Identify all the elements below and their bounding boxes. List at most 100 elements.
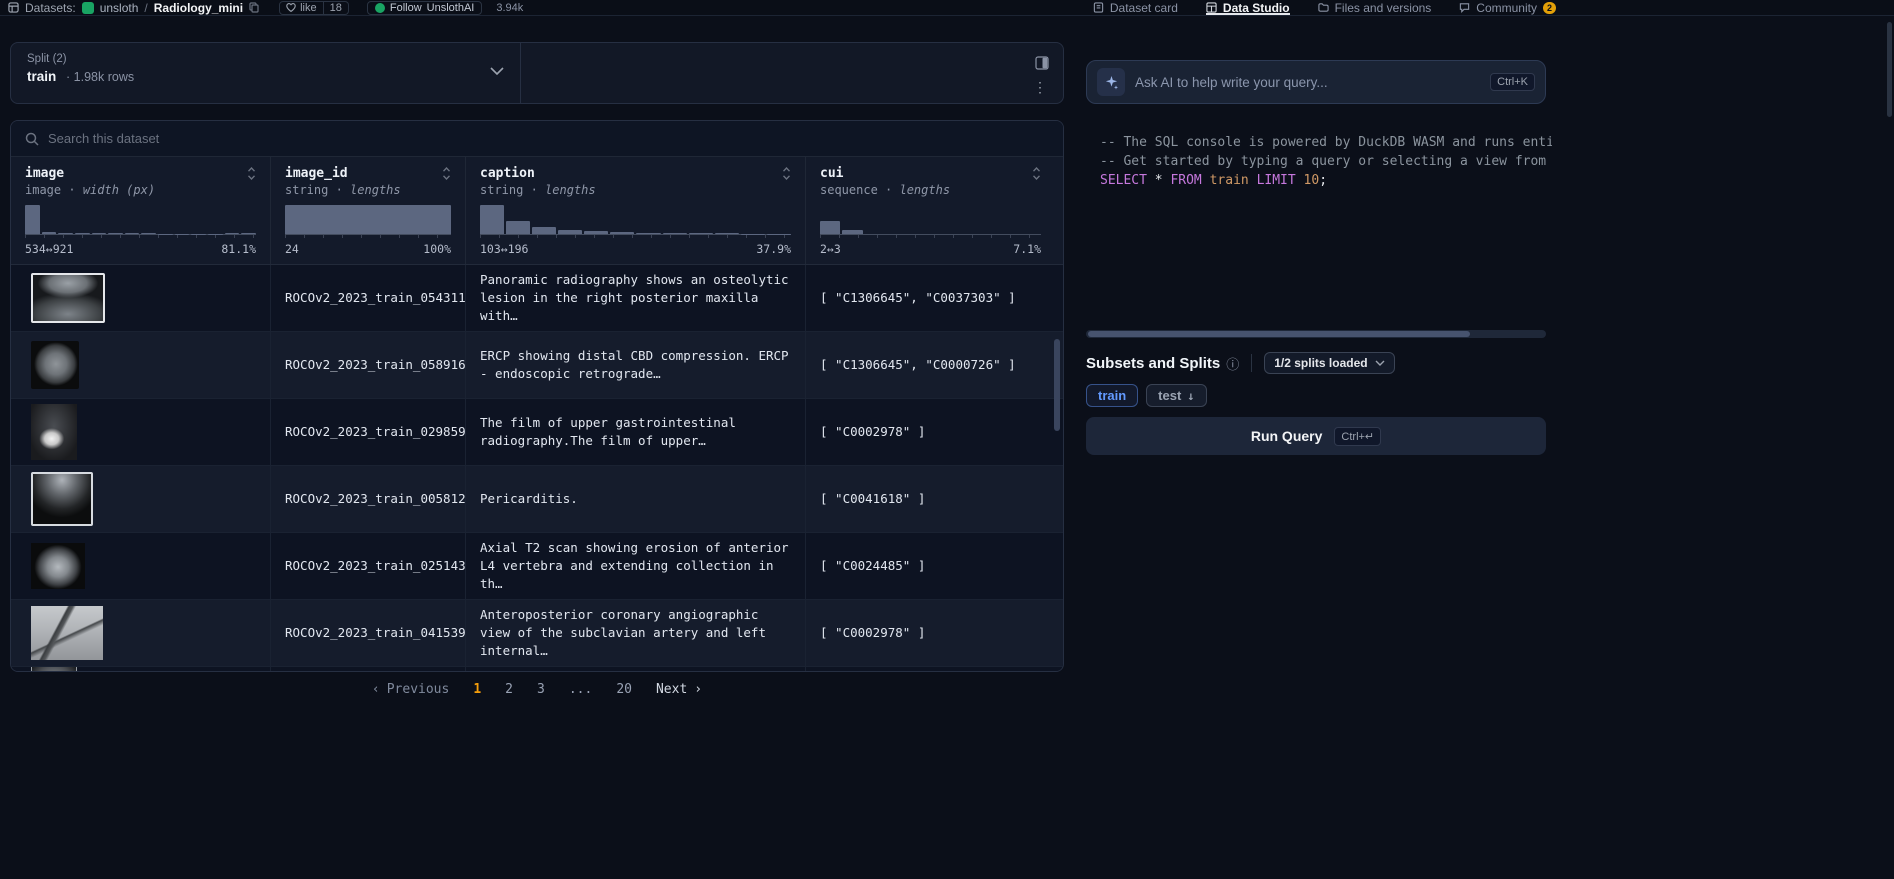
- ask-ai-query-box[interactable]: Ask AI to help write your query... Ctrl+…: [1086, 60, 1546, 104]
- column-header-caption[interactable]: caption string · lengths 103↔19637.9%: [466, 157, 806, 264]
- data-table-container: image image · width (px) 534↔92181.1% im…: [10, 120, 1064, 672]
- splits-loaded-dropdown[interactable]: 1/2 splits loaded: [1264, 352, 1394, 374]
- repo-tabs: Dataset card Data Studio Files and versi…: [1093, 0, 1556, 15]
- page-scrollbar[interactable]: [1887, 22, 1892, 117]
- kebab-menu-icon[interactable]: ⋮: [1033, 81, 1047, 95]
- column-histogram[interactable]: [480, 205, 791, 235]
- column-type: string · lengths: [271, 181, 465, 197]
- cui-cell[interactable]: [ "C0041618" ]: [806, 466, 1055, 532]
- column-header-image-id[interactable]: image_id string · lengths 24100%: [271, 157, 466, 264]
- search-input[interactable]: [48, 131, 1049, 146]
- like-button[interactable]: like: [279, 1, 324, 15]
- column-header-cui[interactable]: cui sequence · lengths 2↔37.1%: [806, 157, 1055, 264]
- cui-cell[interactable]: [ "C0002978" ]: [806, 399, 1055, 465]
- tab-data-studio[interactable]: Data Studio: [1206, 0, 1290, 15]
- sort-icon[interactable]: [1032, 167, 1041, 180]
- image-id-cell[interactable]: ROCOv2_2023_train_029859: [271, 399, 466, 465]
- copy-icon[interactable]: [249, 2, 259, 13]
- column-name: caption: [480, 166, 535, 181]
- column-histogram[interactable]: [285, 205, 451, 235]
- column-stats: 103↔19637.9%: [480, 242, 791, 256]
- caption-cell[interactable]: ERCP showing distal CBD compression. ERC…: [466, 332, 806, 398]
- image-cell[interactable]: [11, 265, 271, 331]
- scrollbar-thumb[interactable]: [1088, 331, 1470, 337]
- split-selector[interactable]: Split (2) train · 1.98k rows: [11, 43, 521, 103]
- page-number-1[interactable]: 1: [473, 682, 481, 697]
- run-query-button[interactable]: Run Query Ctrl+↵: [1086, 417, 1546, 455]
- chevron-right-icon: ›: [694, 682, 702, 697]
- org-link[interactable]: unsloth: [100, 1, 139, 15]
- like-count[interactable]: 18: [324, 1, 349, 15]
- image-id-cell[interactable]: ROCOv2_2023_train_058916: [271, 332, 466, 398]
- split-chip-train[interactable]: train: [1086, 384, 1138, 407]
- tab-community[interactable]: Community 2: [1459, 0, 1556, 15]
- divider: [1251, 354, 1252, 372]
- next-page-button[interactable]: Next ›: [656, 682, 702, 697]
- table-row: ROCOv2_2023_train_005812 Pericarditis. […: [11, 466, 1063, 533]
- editor-horizontal-scrollbar[interactable]: [1086, 330, 1546, 338]
- column-histogram[interactable]: [820, 205, 1041, 235]
- info-icon[interactable]: ⓘ: [1226, 354, 1239, 373]
- caption-cell[interactable]: Pericarditis.: [466, 466, 806, 532]
- caption-cell[interactable]: [466, 667, 806, 672]
- split-box-actions: ⋮: [521, 43, 1063, 103]
- page-number-3[interactable]: 3: [537, 682, 545, 697]
- cui-cell[interactable]: [806, 667, 1055, 672]
- caption-cell[interactable]: Anteroposterior coronary angiographic vi…: [466, 600, 806, 666]
- sql-comment-line: -- Get started by typing a query or sele…: [1100, 152, 1552, 171]
- row-image-thumbnail[interactable]: [31, 341, 79, 389]
- follower-count: 3.94k: [496, 2, 523, 14]
- sort-icon[interactable]: [247, 167, 256, 180]
- row-image-thumbnail[interactable]: [31, 472, 93, 526]
- download-icon: ↓: [1187, 389, 1194, 403]
- image-cell[interactable]: [11, 399, 271, 465]
- split-chip-test[interactable]: test ↓: [1146, 384, 1206, 407]
- sort-icon[interactable]: [782, 167, 791, 180]
- row-image-thumbnail[interactable]: [31, 543, 85, 589]
- image-cell[interactable]: [11, 533, 271, 599]
- row-image-thumbnail[interactable]: [31, 273, 105, 323]
- follow-button[interactable]: Follow UnslothAI: [367, 1, 483, 15]
- image-id-cell[interactable]: [271, 667, 466, 672]
- selected-split: train: [27, 69, 56, 84]
- row-count: · 1.98k rows: [66, 70, 134, 84]
- column-histogram[interactable]: [25, 205, 256, 235]
- row-image-thumbnail[interactable]: [31, 667, 77, 672]
- tab-dataset-card[interactable]: Dataset card: [1093, 0, 1178, 15]
- unsloth-avatar: [375, 3, 385, 13]
- sort-icon[interactable]: [442, 167, 451, 180]
- image-cell[interactable]: [11, 600, 271, 666]
- page-number-20[interactable]: 20: [616, 682, 632, 697]
- image-id-cell[interactable]: ROCOv2_2023_train_041539: [271, 600, 466, 666]
- chevron-left-icon: ‹: [372, 682, 380, 697]
- image-id-cell[interactable]: ROCOv2_2023_train_054311: [271, 265, 466, 331]
- repo-name[interactable]: Radiology_mini: [154, 1, 243, 15]
- table-scrollbar[interactable]: [1054, 339, 1060, 431]
- image-id-cell[interactable]: ROCOv2_2023_train_025143: [271, 533, 466, 599]
- row-image-thumbnail[interactable]: [31, 606, 103, 660]
- previous-page-button[interactable]: ‹ Previous: [372, 682, 449, 697]
- chevron-down-icon: [1375, 360, 1385, 366]
- datasets-label[interactable]: Datasets:: [25, 1, 76, 15]
- column-name: image: [25, 166, 64, 181]
- caption-cell[interactable]: The film of upper gastrointestinal radio…: [466, 399, 806, 465]
- sql-editor[interactable]: -- The SQL console is powered by DuckDB …: [1100, 133, 1552, 190]
- image-id-cell[interactable]: ROCOv2_2023_train_005812: [271, 466, 466, 532]
- image-cell[interactable]: [11, 667, 271, 672]
- column-type: sequence · lengths: [806, 181, 1055, 197]
- pagination: ‹ Previous 1 2 3 ... 20 Next ›: [10, 682, 1064, 697]
- column-header-image[interactable]: image image · width (px) 534↔92181.1%: [11, 157, 271, 264]
- image-cell[interactable]: [11, 332, 271, 398]
- cui-cell[interactable]: [ "C0002978" ]: [806, 600, 1055, 666]
- cui-cell[interactable]: [ "C0024485" ]: [806, 533, 1055, 599]
- cui-cell[interactable]: [ "C1306645", "C0000726" ]: [806, 332, 1055, 398]
- caption-cell[interactable]: Axial T2 scan showing erosion of anterio…: [466, 533, 806, 599]
- cui-cell[interactable]: [ "C1306645", "C0037303" ]: [806, 265, 1055, 331]
- view-toggle-icon[interactable]: [1035, 56, 1049, 70]
- datasets-icon[interactable]: [8, 2, 19, 13]
- image-cell[interactable]: [11, 466, 271, 532]
- page-number-2[interactable]: 2: [505, 682, 513, 697]
- row-image-thumbnail[interactable]: [31, 404, 77, 460]
- tab-files-and-versions[interactable]: Files and versions: [1318, 0, 1432, 15]
- caption-cell[interactable]: Panoramic radiography shows an osteolyti…: [466, 265, 806, 331]
